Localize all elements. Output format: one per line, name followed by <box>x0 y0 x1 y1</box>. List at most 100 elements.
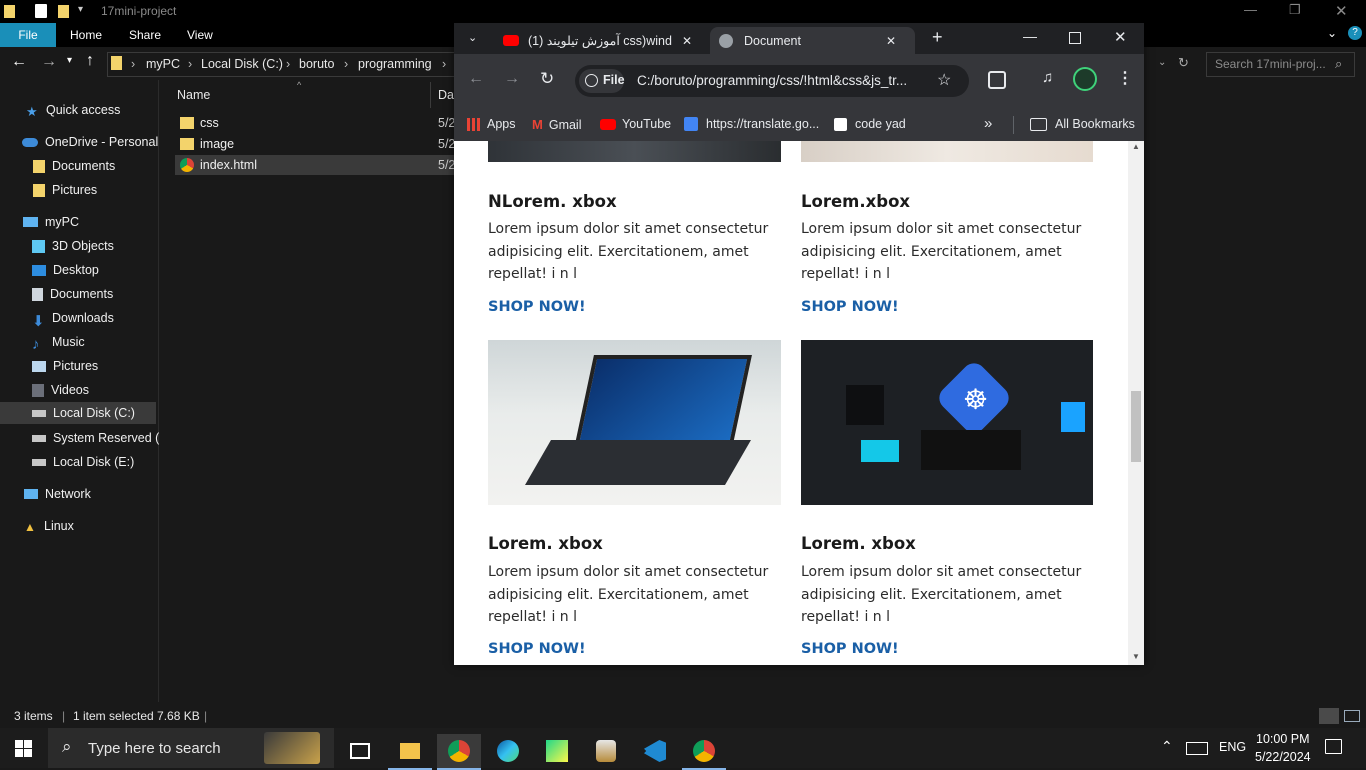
site-info-chip[interactable]: File <box>579 69 625 93</box>
breadcrumb-programming[interactable]: programming <box>358 57 432 71</box>
nav-pictures[interactable]: Pictures <box>32 355 98 377</box>
column-divider[interactable] <box>430 82 431 108</box>
extensions-icon[interactable] <box>988 71 1006 89</box>
bookmark-star-icon[interactable]: ☆ <box>937 70 951 90</box>
windows-start-icon[interactable] <box>15 740 32 757</box>
up-icon[interactable]: ↑ <box>86 52 94 70</box>
tab-document[interactable]: Document ✕ <box>710 27 915 54</box>
tab-share[interactable]: Share <box>129 28 161 42</box>
details-view-icon[interactable] <box>1319 708 1339 724</box>
properties-icon[interactable] <box>35 4 47 18</box>
tab-search-icon[interactable]: ⌄ <box>468 31 477 44</box>
forward-icon[interactable]: → <box>41 53 57 71</box>
close-icon[interactable]: ✕ <box>1335 2 1348 20</box>
all-bookmarks[interactable]: All Bookmarks <box>1030 117 1135 131</box>
nav-local-disk-e[interactable]: Local Disk (E:) <box>32 451 134 473</box>
help-icon[interactable]: ? <box>1348 26 1362 40</box>
forward-icon[interactable]: → <box>504 70 520 88</box>
recent-locations-icon[interactable]: ▾ <box>67 55 72 66</box>
tab-view[interactable]: View <box>187 28 213 42</box>
file-row-css[interactable]: css 5/2 <box>175 113 458 133</box>
nav-system-reserved[interactable]: System Reserved (D <box>32 427 168 449</box>
breadcrumb-local-disk[interactable]: Local Disk (C:) <box>201 57 283 71</box>
clock-time[interactable]: 10:00 PM <box>1256 732 1310 746</box>
nav-music[interactable]: ♪ Music <box>32 331 85 353</box>
nav-3d-objects[interactable]: 3D Objects <box>32 235 114 257</box>
nav-onedrive[interactable]: OneDrive - Personal <box>22 131 158 153</box>
nav-onedrive-documents[interactable]: Documents <box>33 155 115 177</box>
tab-youtube[interactable]: (1) آموزش تیلویند css)wind ✕ <box>494 27 704 54</box>
minimize-icon[interactable]: — <box>1244 2 1257 17</box>
security-app-icon[interactable] <box>584 734 628 768</box>
nav-documents[interactable]: Documents <box>32 283 113 305</box>
close-tab-icon[interactable]: ✕ <box>682 34 692 48</box>
file-explorer-icon[interactable] <box>388 734 432 770</box>
language-indicator[interactable]: ENG <box>1219 740 1246 754</box>
chrome-taskbar-icon[interactable] <box>437 734 481 770</box>
minimize-icon[interactable]: — <box>1023 28 1037 44</box>
address-bar[interactable]: › myPC › Local Disk (C:) › boruto › prog… <box>107 52 459 77</box>
nav-downloads[interactable]: ⬇ Downloads <box>32 307 114 330</box>
close-tab-icon[interactable]: ✕ <box>886 34 896 48</box>
chrome-profile-taskbar-icon[interactable] <box>682 734 726 770</box>
back-icon[interactable]: ← <box>468 70 484 88</box>
shop-now-link[interactable]: SHOP NOW! <box>801 641 899 657</box>
show-hidden-icons[interactable]: ⌃ <box>1161 738 1173 755</box>
shop-now-link[interactable]: SHOP NOW! <box>488 641 586 657</box>
column-name[interactable]: Name <box>177 88 210 102</box>
menu-icon[interactable]: ⋮ <box>1117 68 1133 88</box>
breadcrumb-boruto[interactable]: boruto <box>299 57 334 71</box>
omnibox[interactable]: File C:/boruto/programming/css/!html&css… <box>575 65 969 97</box>
bookmark-gmail[interactable]: M Gmail <box>532 117 582 132</box>
bookmark-code-yad[interactable]: code yad <box>834 117 906 131</box>
nav-desktop[interactable]: Desktop <box>32 259 99 281</box>
url-text[interactable]: C:/boruto/programming/css/!html&css&js_t… <box>637 73 907 88</box>
page-scrollbar[interactable]: ▲ ▼ <box>1128 141 1144 665</box>
pycharm-icon[interactable] <box>535 734 579 768</box>
nav-onedrive-pictures[interactable]: Pictures <box>33 179 97 201</box>
restore-icon[interactable]: ❐ <box>1289 2 1301 18</box>
reload-icon[interactable]: ↻ <box>540 69 554 89</box>
large-icons-view-icon[interactable] <box>1344 710 1360 722</box>
maximize-icon[interactable] <box>1069 32 1081 44</box>
notifications-icon[interactable] <box>1325 739 1342 754</box>
new-folder-icon[interactable] <box>58 5 69 18</box>
scroll-thumb[interactable] <box>1131 391 1141 462</box>
tab-home[interactable]: Home <box>70 28 102 42</box>
refresh-icon[interactable]: ↻ <box>1178 55 1189 71</box>
file-row-image[interactable]: image 5/2 <box>175 134 458 154</box>
nav-network[interactable]: Network <box>24 483 91 505</box>
nav-mypc[interactable]: myPC <box>23 211 79 233</box>
address-dropdown-icon[interactable]: ⌄ <box>1158 57 1166 68</box>
nav-local-disk-c[interactable]: Local Disk (C:) <box>0 402 156 424</box>
file-tab[interactable]: File <box>0 23 56 47</box>
shop-now-link[interactable]: SHOP NOW! <box>488 299 586 315</box>
more-bookmarks-icon[interactable]: » <box>984 115 992 132</box>
new-tab-icon[interactable]: + <box>932 27 943 48</box>
bookmark-apps[interactable]: Apps <box>467 117 516 131</box>
nav-videos[interactable]: Videos <box>32 379 89 401</box>
nav-linux[interactable]: ▲ Linux <box>24 515 74 537</box>
bookmark-translate[interactable]: https://translate.go... <box>684 117 819 131</box>
chevron-down-icon[interactable]: ⌄ <box>1327 26 1337 40</box>
clock-date[interactable]: 5/22/2024 <box>1255 750 1311 764</box>
nav-quick-access[interactable]: ★ Quick access <box>26 99 120 121</box>
media-control-icon[interactable]: ♫ <box>1042 69 1053 86</box>
keyboard-icon[interactable] <box>1186 742 1208 755</box>
taskbar-search-input[interactable]: ⌕ Type here to search <box>48 728 334 768</box>
back-icon[interactable]: ← <box>11 53 27 71</box>
customize-qat-icon[interactable]: ▾ <box>78 4 83 15</box>
vscode-icon[interactable] <box>633 734 677 768</box>
close-icon[interactable]: ✕ <box>1114 28 1127 46</box>
scroll-up-icon[interactable]: ▲ <box>1132 142 1140 151</box>
explorer-search-input[interactable]: Search 17mini-proj... ⌕ <box>1206 52 1355 77</box>
scroll-down-icon[interactable]: ▼ <box>1132 652 1140 661</box>
chrome-window: ⌄ (1) آموزش تیلویند css)wind ✕ Document … <box>454 23 1144 665</box>
bookmark-youtube[interactable]: YouTube <box>600 117 671 131</box>
task-view-icon[interactable] <box>338 734 382 768</box>
breadcrumb-mypc[interactable]: myPC <box>146 57 180 71</box>
edge-icon[interactable] <box>486 734 530 768</box>
profile-avatar[interactable] <box>1073 67 1097 91</box>
shop-now-link[interactable]: SHOP NOW! <box>801 299 899 315</box>
file-row-index-html[interactable]: index.html 5/2 <box>175 155 458 175</box>
